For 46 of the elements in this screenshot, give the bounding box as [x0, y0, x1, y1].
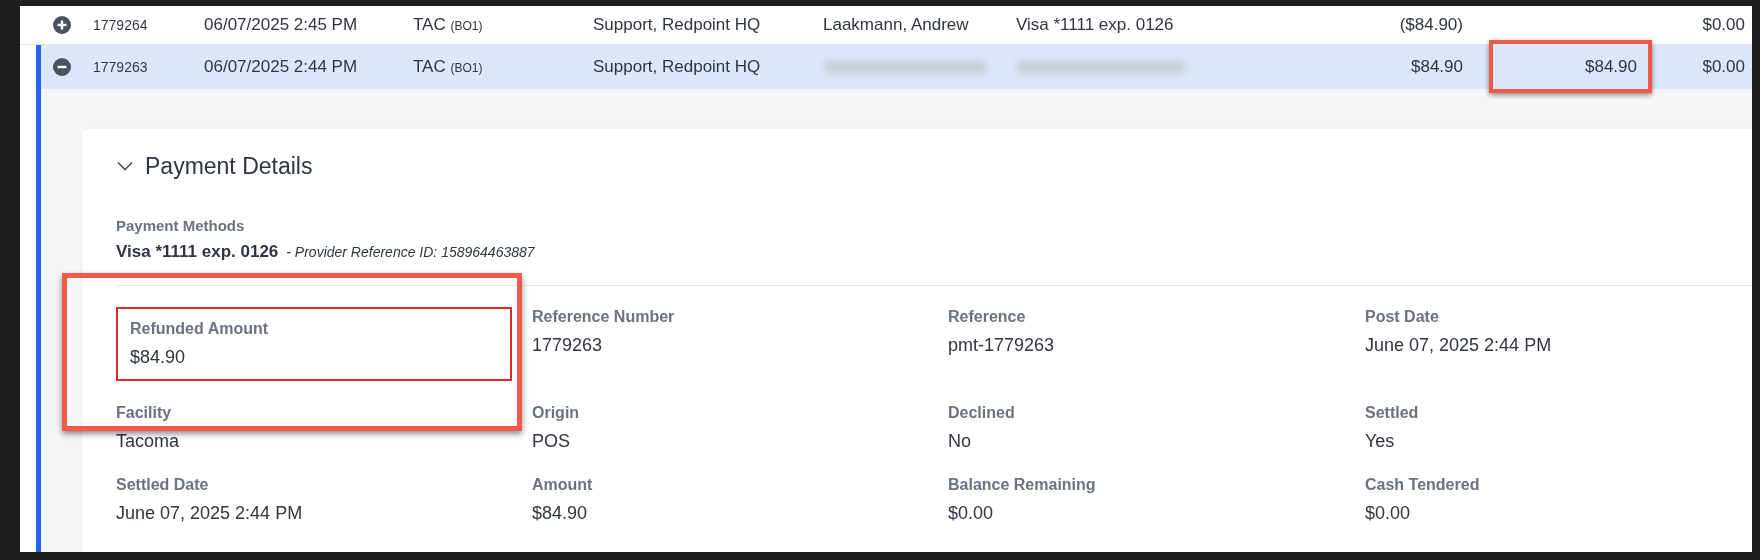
field-label: Post Date	[1365, 307, 1439, 327]
table-cell-text: TAC (BO1)	[413, 15, 484, 35]
field-value: $0.00	[1365, 502, 1411, 525]
field-label: Balance Remaining	[948, 475, 1096, 495]
field-value: POS	[532, 430, 570, 453]
field-value: June 07, 2025 2:44 PM	[1365, 334, 1552, 357]
chevron-icon[interactable]	[117, 161, 133, 171]
field-label: Origin	[532, 403, 580, 423]
table-cell: $84.90	[1585, 57, 1637, 76]
table-cell: ($84.90)	[1399, 15, 1463, 35]
field-value: $84.90	[532, 502, 588, 525]
table-cell-text: 06/07/2025 2:45 PM	[204, 15, 359, 35]
field-label: Reference Number	[532, 307, 675, 327]
table-cell: $0.00	[1702, 15, 1745, 35]
field-value: $84.90	[130, 346, 186, 369]
table-cell-text: 06/07/2025 2:44 PM	[204, 57, 359, 77]
field-label: Amount	[532, 475, 593, 495]
field-value: Tacoma	[116, 430, 180, 453]
field-value: Yes	[1365, 430, 1395, 453]
table-cell-text: Laakmann, Andrew	[823, 15, 970, 35]
table-cell: $84.90	[1411, 57, 1463, 77]
field-label: Declined	[948, 403, 1015, 423]
payment-method: Visa *1111 exp. 0126	[116, 242, 279, 261]
field-label: Facility	[116, 403, 172, 423]
field-label: Cash Tendered	[1365, 475, 1480, 495]
table-cell: $0.00	[1702, 57, 1745, 77]
table-cell-text: Support, Redpoint HQ	[593, 57, 762, 77]
field-value: June 07, 2025 2:44 PM	[116, 502, 303, 525]
field-value: 1779263	[532, 334, 603, 357]
provider-reference: - Provider Reference ID: 158964463887	[286, 244, 535, 260]
field-label: Reference	[948, 307, 1026, 327]
field-label: Settled Date	[116, 475, 209, 495]
table-cell-text: Support, Redpoint HQ	[593, 15, 762, 35]
field-label: Settled	[1365, 403, 1419, 423]
field-value: pmt-1779263	[948, 334, 1055, 357]
field-value: $0.00	[948, 502, 994, 525]
field-label: Payment Methods	[116, 216, 246, 236]
table-cell-text: 1779264	[93, 17, 149, 33]
table-cell-text: 1779263	[93, 59, 149, 75]
table-cell-text: Visa *1111 exp. 0126	[1016, 15, 1175, 35]
expand-icon[interactable]	[53, 16, 71, 34]
field-value: No	[948, 430, 971, 453]
table-cell-text: TAC (BO1)	[413, 57, 484, 77]
field-label: Refunded Amount	[130, 319, 269, 339]
section-title: Payment Details	[145, 152, 313, 180]
collapse-icon[interactable]	[53, 58, 71, 76]
